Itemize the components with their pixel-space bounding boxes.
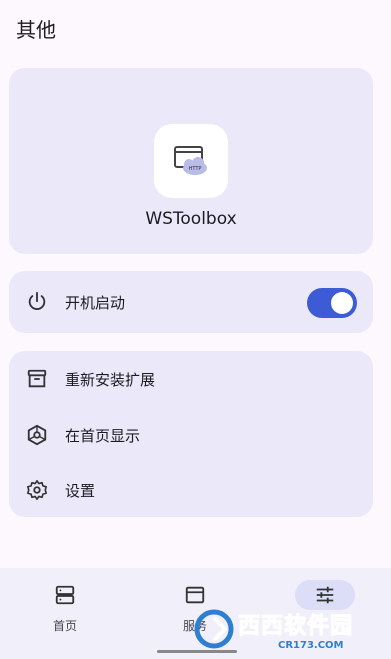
nav-item-other[interactable] [260, 568, 390, 659]
app-icon: HTTP [154, 124, 228, 198]
bottom-nav: 首页 服务 [0, 568, 391, 659]
nav-label: 服务 [182, 619, 207, 633]
boot-toggle[interactable] [307, 288, 357, 318]
server-icon [55, 585, 75, 605]
nav-item-service[interactable]: 服务 [130, 568, 260, 659]
window-icon [185, 586, 205, 604]
power-icon [25, 290, 49, 314]
boot-card: 开机启动 [9, 271, 373, 333]
hexagon-atom-icon [25, 423, 49, 447]
app-name: WSToolbox [145, 209, 237, 229]
toggle-knob [331, 292, 353, 314]
gear-icon [25, 478, 49, 502]
sliders-icon [316, 586, 334, 604]
nav-pill [165, 580, 225, 610]
boot-label: 开机启动 [65, 293, 126, 312]
app-info-card: HTTP WSToolbox [9, 68, 373, 254]
http-cloud-window-icon: HTTP [174, 146, 207, 175]
menu-item-show-home[interactable]: 在首页显示 [25, 421, 357, 449]
menu-item-label: 在首页显示 [65, 426, 141, 445]
nav-item-home[interactable]: 首页 [0, 568, 130, 659]
menu-item-settings[interactable]: 设置 [25, 476, 357, 504]
menu-item-label: 重新安装扩展 [65, 370, 156, 389]
nav-label: 首页 [52, 619, 77, 633]
nav-pill [35, 580, 95, 610]
page-title: 其他 [16, 18, 56, 42]
archive-box-icon [25, 367, 49, 391]
menu-item-label: 设置 [65, 481, 96, 500]
http-icon-text: HTTP [189, 166, 202, 172]
gesture-bar [157, 650, 237, 653]
menu-card: 重新安装扩展 在首页显示 设置 [9, 351, 373, 517]
menu-item-reinstall[interactable]: 重新安装扩展 [25, 365, 357, 393]
nav-pill-active [295, 580, 355, 610]
